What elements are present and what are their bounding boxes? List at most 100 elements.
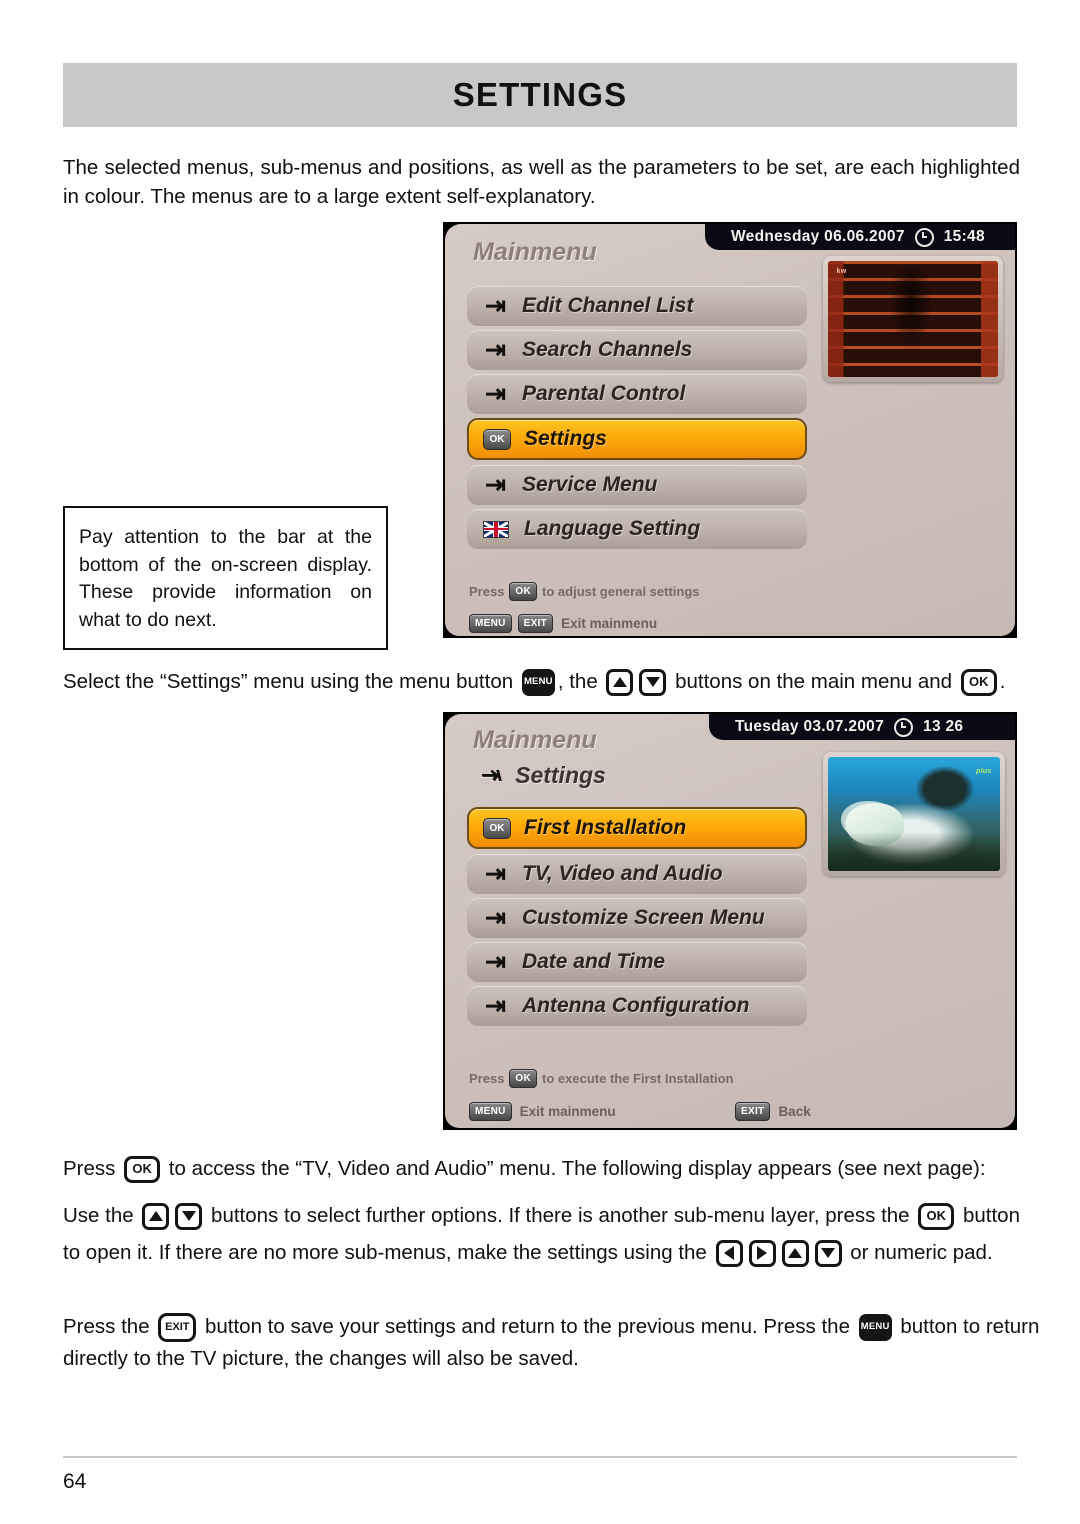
menu-item-date-and-time[interactable]: ⇤ Date and Time [467, 942, 807, 982]
menu-item-label: Service Menu [521, 473, 658, 496]
menu-item-label: Customize Screen Menu [521, 906, 765, 929]
pip-video-image-reef [828, 757, 1000, 871]
osd-status-date: Tuesday 03.07.2007 [735, 718, 885, 735]
osd-status-time: 15:48 [943, 228, 985, 245]
menu-item-customize-screen-menu[interactable]: ⇤ Customize Screen Menu [467, 898, 807, 938]
menu-chip-icon: MENU [469, 614, 512, 633]
instruction-text-part: or numeric pad. [844, 1241, 993, 1264]
ok-badge-icon: OK [483, 428, 511, 450]
ok-badge-icon: OK [483, 817, 511, 839]
menu-item-label: Language Setting [524, 517, 701, 540]
instruction-text-part: Select the “Settings” menu using the men… [63, 670, 519, 693]
instruction-text-part: buttons on the main menu and [669, 670, 958, 693]
osd-status-time: 13 26 [923, 718, 964, 735]
instruction-text-part: Press [63, 1157, 122, 1180]
menu-item-label: TV, Video and Audio [521, 862, 723, 885]
menu-item-label: Search Channels [521, 338, 693, 361]
osd-hint-bar: Press OK to adjust general settings [469, 582, 700, 601]
osd-breadcrumb: ⇤ Settings [483, 762, 606, 789]
instruction-text-part: Press the [63, 1315, 156, 1338]
osd-footer-label: Back [778, 1104, 811, 1119]
instruction-exit-line1: Press the EXIT button to save your setti… [63, 1310, 1053, 1344]
pip-video-frame: kw [828, 261, 998, 377]
loop-arrow-icon: ⇤ [485, 991, 506, 1020]
instruction-use-arrows-line1: Use the buttons to select further option… [63, 1199, 1053, 1233]
arrow-down-button-icon [175, 1202, 203, 1230]
menu-button-icon: MENU [858, 1313, 892, 1341]
osd-breadcrumb-label: Settings [515, 762, 606, 788]
loop-arrow-icon: ⇤ [485, 379, 506, 408]
pip-channel-logo: plus [975, 766, 992, 776]
loop-arrow-icon: ⇤ [485, 335, 506, 364]
menu-item-edit-channel-list[interactable]: ⇤ Edit Channel List [467, 286, 807, 326]
menu-item-antenna-configuration[interactable]: ⇤ Antenna Configuration [467, 986, 807, 1026]
instruction-exit-line2: directly to the TV picture, the changes … [63, 1342, 1053, 1376]
arrow-down-button-icon [639, 668, 667, 696]
menu-item-label: Antenna Configuration [521, 994, 750, 1017]
arrow-right-button-icon [748, 1239, 776, 1267]
exit-chip-icon: EXIT [517, 614, 554, 633]
menu-item-tv-video-audio[interactable]: ⇤ TV, Video and Audio [467, 854, 807, 894]
menu-chip-icon: MENU [469, 1102, 512, 1121]
ok-chip-icon: OK [509, 582, 538, 601]
menu-item-label: Settings [524, 427, 607, 450]
instruction-text-part: to access the “TV, Video and Audio” menu… [163, 1157, 986, 1180]
ok-button-icon: OK [960, 668, 997, 696]
pip-video-window: kw [823, 256, 1003, 382]
osd-screenshot-settings: Tuesday 03.07.2007 13 26 Mainmenu ⇤ Sett… [443, 712, 1017, 1130]
osd-footer-label: Exit mainmenu [561, 616, 658, 631]
instruction-select-settings: Select the “Settings” menu using the men… [63, 665, 1043, 699]
osd-title: Mainmenu [473, 726, 597, 754]
uk-flag-icon [483, 520, 509, 538]
menu-item-first-installation[interactable]: OK First Installation [467, 807, 807, 849]
intro-paragraph: The selected menus, sub-menus and positi… [63, 156, 1020, 208]
osd-status-bar: Wednesday 06.06.2007 15:48 [705, 224, 1015, 250]
menu-item-settings[interactable]: OK Settings [467, 418, 807, 460]
exit-button-icon: EXIT [158, 1312, 197, 1342]
menu-item-label: First Installation [524, 816, 687, 839]
instruction-press-ok: Press OK to access the “TV, Video and Au… [63, 1152, 1053, 1186]
ok-button-icon: OK [124, 1155, 161, 1183]
menu-button-icon: MENU [521, 668, 555, 696]
osd-status-date: Wednesday 06.06.2007 [731, 228, 905, 245]
osd-panel: Tuesday 03.07.2007 13 26 Mainmenu ⇤ Sett… [445, 714, 1015, 1128]
instruction-text-part: Use the [63, 1204, 140, 1227]
clock-icon [894, 717, 914, 737]
note-box: Pay attention to the bar at the bottom o… [63, 506, 388, 650]
osd-hint-suffix: to execute the First Installation [542, 1071, 734, 1086]
page-title: SETTINGS [452, 76, 628, 113]
pip-channel-logo: kw [836, 267, 847, 275]
menu-item-search-channels[interactable]: ⇤ Search Channels [467, 330, 807, 370]
pip-video-window: plus [823, 752, 1005, 876]
instruction-text-part: , the [557, 670, 604, 693]
osd-footer-label: Exit mainmenu [519, 1104, 616, 1119]
osd-hint-prefix: Press [469, 584, 505, 599]
osd-footer-bar: MENU Exit mainmenu [469, 1102, 616, 1121]
menu-item-language-setting[interactable]: Language Setting [467, 509, 807, 549]
arrow-up-button-icon [606, 668, 634, 696]
arrow-left-button-icon [715, 1239, 743, 1267]
osd-screenshot-mainmenu: Wednesday 06.06.2007 15:48 Mainmenu kw ⇤… [443, 222, 1017, 638]
arrow-down-button-icon [814, 1239, 842, 1267]
note-box-text: Pay attention to the bar at the bottom o… [79, 526, 372, 631]
page-number: 64 [63, 1470, 87, 1493]
menu-item-parental-control[interactable]: ⇤ Parental Control [467, 374, 807, 414]
instruction-text-part: to open it. If there are no more sub-men… [63, 1241, 713, 1264]
footer-divider [63, 1456, 1017, 1458]
ok-chip-icon: OK [509, 1069, 538, 1088]
osd-panel: Wednesday 06.06.2007 15:48 Mainmenu kw ⇤… [445, 224, 1015, 636]
menu-item-service-menu[interactable]: ⇤ Service Menu [467, 465, 807, 505]
instruction-use-arrows-line2: to open it. If there are no more sub-men… [63, 1236, 1053, 1270]
osd-footer-back: EXIT Back [735, 1102, 811, 1121]
instruction-text-part: directly to the TV picture, the changes … [63, 1347, 579, 1370]
instruction-text-part: button to save your settings and return … [199, 1315, 856, 1338]
osd-hint-suffix: to adjust general settings [542, 584, 700, 599]
page-header-band: SETTINGS [63, 63, 1017, 127]
loop-arrow-icon: ⇤ [485, 470, 506, 499]
menu-item-label: Parental Control [521, 382, 686, 405]
instruction-text-part: . [999, 670, 1006, 693]
pip-video-image-stairs [828, 261, 998, 377]
loop-arrow-icon: ⇤ [485, 859, 506, 888]
arrow-up-button-icon [781, 1239, 809, 1267]
clock-icon [914, 227, 934, 247]
